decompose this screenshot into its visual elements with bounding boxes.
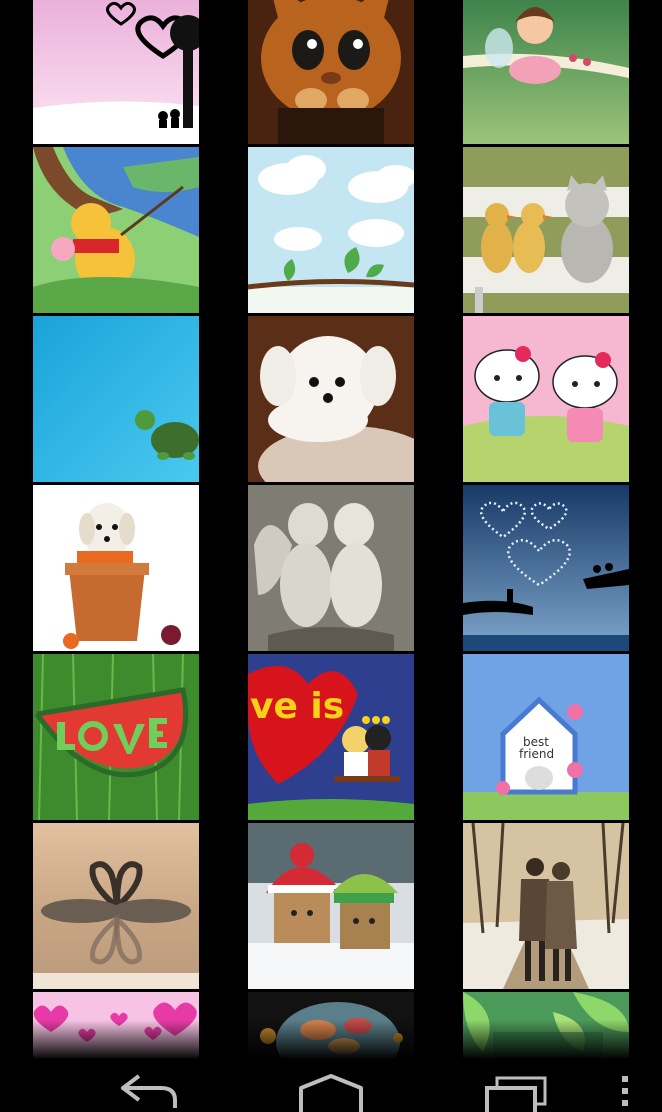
wallpaper-gallery-grid: ve is best friend <box>0 0 662 1058</box>
wallpaper-thumbnail-ducklings-and-kitten[interactable] <box>463 147 629 313</box>
wallpaper-thumbnail-winnie-the-pooh[interactable] <box>33 147 199 313</box>
wallpaper-thumbnail-couple-walking-snow[interactable] <box>463 823 629 989</box>
wallpaper-thumbnail-watermelon-love[interactable] <box>33 654 199 820</box>
wallpaper-thumbnail-angel-statues-kiss[interactable] <box>248 485 414 651</box>
overflow-menu-icon <box>622 1076 628 1106</box>
wallpaper-thumbnail-turtle-on-blue[interactable] <box>33 316 199 482</box>
wallpaper-thumbnail-puss-in-boots-cat[interactable] <box>248 0 414 144</box>
wallpaper-thumbnail-white-puppy[interactable] <box>248 316 414 482</box>
wallpaper-thumbnail-danbo-winter[interactable] <box>248 823 414 989</box>
back-button[interactable] <box>110 1074 186 1112</box>
wallpaper-thumbnail-heart-stars-couple[interactable] <box>463 485 629 651</box>
wallpaper-thumbnail-best-friend-doghouse[interactable]: best friend <box>463 654 629 820</box>
recent-apps-button[interactable] <box>478 1074 556 1112</box>
recent-apps-icon <box>485 1076 547 1112</box>
home-icon <box>299 1074 363 1112</box>
back-arrow-icon <box>121 1074 177 1108</box>
wallpaper-thumbnail-fairy-girl-branch[interactable] <box>463 0 629 144</box>
wallpaper-thumbnail-bubble-dark[interactable] <box>248 992 414 1058</box>
wallpaper-thumbnail-pink-hearts[interactable] <box>33 992 199 1058</box>
wallpaper-thumbnail-love-is-cartoon[interactable]: ve is <box>248 654 414 820</box>
svg-text:ve is: ve is <box>250 686 344 727</box>
wallpaper-thumbnail-love-silhouette[interactable] <box>33 0 199 144</box>
home-button[interactable] <box>290 1074 372 1112</box>
svg-text:friend: friend <box>519 747 554 761</box>
system-navigation-bar <box>0 1060 662 1112</box>
wallpaper-thumbnail-hello-kitty-pair[interactable] <box>463 316 629 482</box>
wallpaper-thumbnail-puppy-in-flowerpot[interactable] <box>33 485 199 651</box>
wallpaper-thumbnail-cloud-sky-leaves[interactable] <box>248 147 414 313</box>
wallpaper-thumbnail-swans-heart[interactable] <box>33 823 199 989</box>
wallpaper-thumbnail-green-leaves[interactable] <box>463 992 629 1058</box>
overflow-menu-button[interactable] <box>612 1074 638 1112</box>
